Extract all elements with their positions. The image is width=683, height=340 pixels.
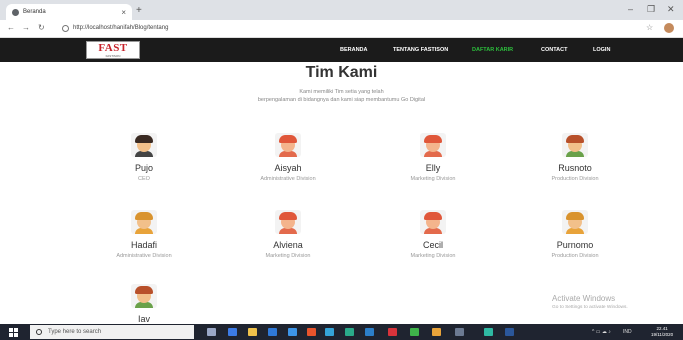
address-bar: ← → ↻ http://localhost/hanifah/Blog/tent… — [0, 20, 683, 38]
member-name: Purnomo — [556, 240, 594, 250]
team-member-card: Hadafi Administrative Division — [84, 208, 204, 259]
edge-icon[interactable] — [325, 328, 334, 336]
nav-beranda[interactable]: BERANDA — [340, 47, 368, 53]
chrome-icon[interactable] — [410, 328, 419, 336]
minimize-button[interactable]: – — [628, 4, 633, 14]
woman-avatar-icon — [416, 131, 450, 159]
member-role: CEO — [138, 176, 150, 182]
browser-tab[interactable]: Beranda × — [6, 4, 132, 20]
team-member-card: Elly Marketing Division — [373, 131, 493, 182]
member-name: Alviena — [273, 240, 303, 250]
taskbar-app-icon[interactable] — [388, 328, 397, 336]
task-view-icon[interactable] — [207, 328, 216, 336]
windows-start-icon[interactable] — [9, 328, 18, 337]
word-icon[interactable] — [505, 328, 514, 336]
member-name: Hadafi — [130, 240, 157, 250]
taskbar-app-icon[interactable] — [365, 328, 374, 336]
team-member-card: Rusnoto Production Division — [515, 131, 635, 182]
member-name: Pujo — [134, 163, 153, 173]
taskbar-app-icon[interactable] — [345, 328, 354, 336]
site-logo[interactable]: FAST FASTISON — [86, 41, 140, 59]
member-name: Rusnoto — [558, 163, 592, 173]
member-role: Marketing Division — [410, 253, 456, 259]
man-mustache-avatar-icon — [127, 282, 161, 310]
tray-language[interactable]: IND — [623, 329, 632, 335]
windows-taskbar: Type here to search ^ ▭ ☁ ♪ IND 22.41 19… — [0, 324, 683, 340]
page-title: Tim Kami — [305, 64, 378, 81]
taskbar-app-icon[interactable] — [228, 328, 237, 336]
tab-close-icon[interactable]: × — [121, 8, 126, 17]
tray-icons[interactable]: ^ ▭ ☁ ♪ — [592, 329, 611, 335]
url-text: http://localhost/hanifah/Blog/tentang — [73, 25, 169, 31]
logo-text: FAST — [98, 41, 128, 54]
taskbar-app-icon[interactable] — [432, 328, 441, 336]
woman-avatar-icon — [271, 131, 305, 159]
url-field[interactable]: http://localhost/hanifah/Blog/tentang — [62, 22, 168, 34]
page-subtitle-line1: Kami memiliki Tim setia yang telah — [299, 89, 384, 95]
man-mustache-avatar-icon — [558, 131, 592, 159]
back-arrow-icon[interactable]: ← — [7, 23, 15, 32]
taskbar-search-input[interactable]: Type here to search — [30, 325, 194, 339]
logo-subtext: FASTISON — [105, 53, 121, 58]
search-placeholder: Type here to search — [48, 329, 102, 335]
team-member-card: Pujo CEO — [84, 131, 204, 182]
taskbar-app-icon[interactable] — [455, 328, 464, 336]
bookmark-star-icon[interactable]: ☆ — [646, 23, 653, 32]
member-name: Elly — [425, 163, 441, 173]
new-tab-button[interactable]: + — [136, 5, 142, 16]
site-navbar: FAST FASTISON BERANDA TENTANG FASTISON D… — [0, 38, 683, 62]
clock-date: 19/11/2020 — [651, 332, 674, 337]
watermark-title: Activate Windows — [552, 294, 616, 303]
member-role: Administrative Division — [116, 253, 172, 259]
activate-windows-watermark: Activate Windows Go to Settings to activ… — [552, 294, 628, 310]
man-avatar-icon — [558, 208, 592, 236]
member-name: Iav — [137, 314, 150, 324]
globe-icon — [12, 8, 19, 16]
file-explorer-icon[interactable] — [248, 328, 257, 336]
info-icon[interactable] — [62, 24, 69, 32]
watermark-subtitle: Go to Settings to activate Windows. — [552, 305, 628, 310]
nav-login[interactable]: LOGIN — [593, 47, 610, 53]
nav-daftar-karir[interactable]: DAFTAR KARIR — [472, 47, 513, 53]
forward-arrow-icon[interactable]: → — [22, 23, 30, 32]
reload-icon[interactable]: ↻ — [38, 23, 45, 32]
firefox-icon[interactable] — [307, 328, 316, 336]
taskbar-app-icon[interactable] — [288, 328, 297, 336]
taskbar-app-icon[interactable] — [268, 328, 277, 336]
team-member-card: Alviena Marketing Division — [228, 208, 348, 259]
member-role: Marketing Division — [265, 253, 311, 259]
tab-title: Beranda — [23, 9, 46, 15]
woman-avatar-icon — [271, 208, 305, 236]
close-window-button[interactable]: ✕ — [667, 4, 675, 15]
taskbar-clock[interactable]: 22.41 19/11/2020 — [651, 326, 673, 338]
nav-contact[interactable]: CONTACT — [541, 47, 567, 53]
man-sunglasses-avatar-icon — [127, 131, 161, 159]
member-name: Aisyah — [274, 163, 302, 173]
profile-avatar-icon[interactable] — [664, 23, 674, 33]
maximize-button[interactable]: ❐ — [647, 4, 655, 15]
member-name: Cecil — [422, 240, 443, 250]
search-icon — [36, 329, 42, 335]
team-member-card: Iav — [84, 282, 204, 327]
man-avatar-icon — [127, 208, 161, 236]
team-member-card: Aisyah Administrative Division — [228, 131, 348, 182]
member-role: Marketing Division — [410, 176, 456, 182]
taskbar-app-icon[interactable] — [484, 328, 493, 336]
woman-avatar-icon — [416, 208, 450, 236]
member-role: Production Division — [551, 176, 599, 182]
page-subtitle-line2: berpengalaman di bidangnya dan kami siap… — [257, 97, 426, 103]
browser-tab-bar: Beranda × + – ❐ ✕ — [0, 0, 683, 20]
team-member-card: Purnomo Production Division — [515, 208, 635, 259]
member-role: Administrative Division — [260, 176, 316, 182]
team-member-card: Cecil Marketing Division — [373, 208, 493, 259]
nav-tentang[interactable]: TENTANG FASTISON — [393, 47, 448, 53]
member-role: Production Division — [551, 253, 599, 259]
